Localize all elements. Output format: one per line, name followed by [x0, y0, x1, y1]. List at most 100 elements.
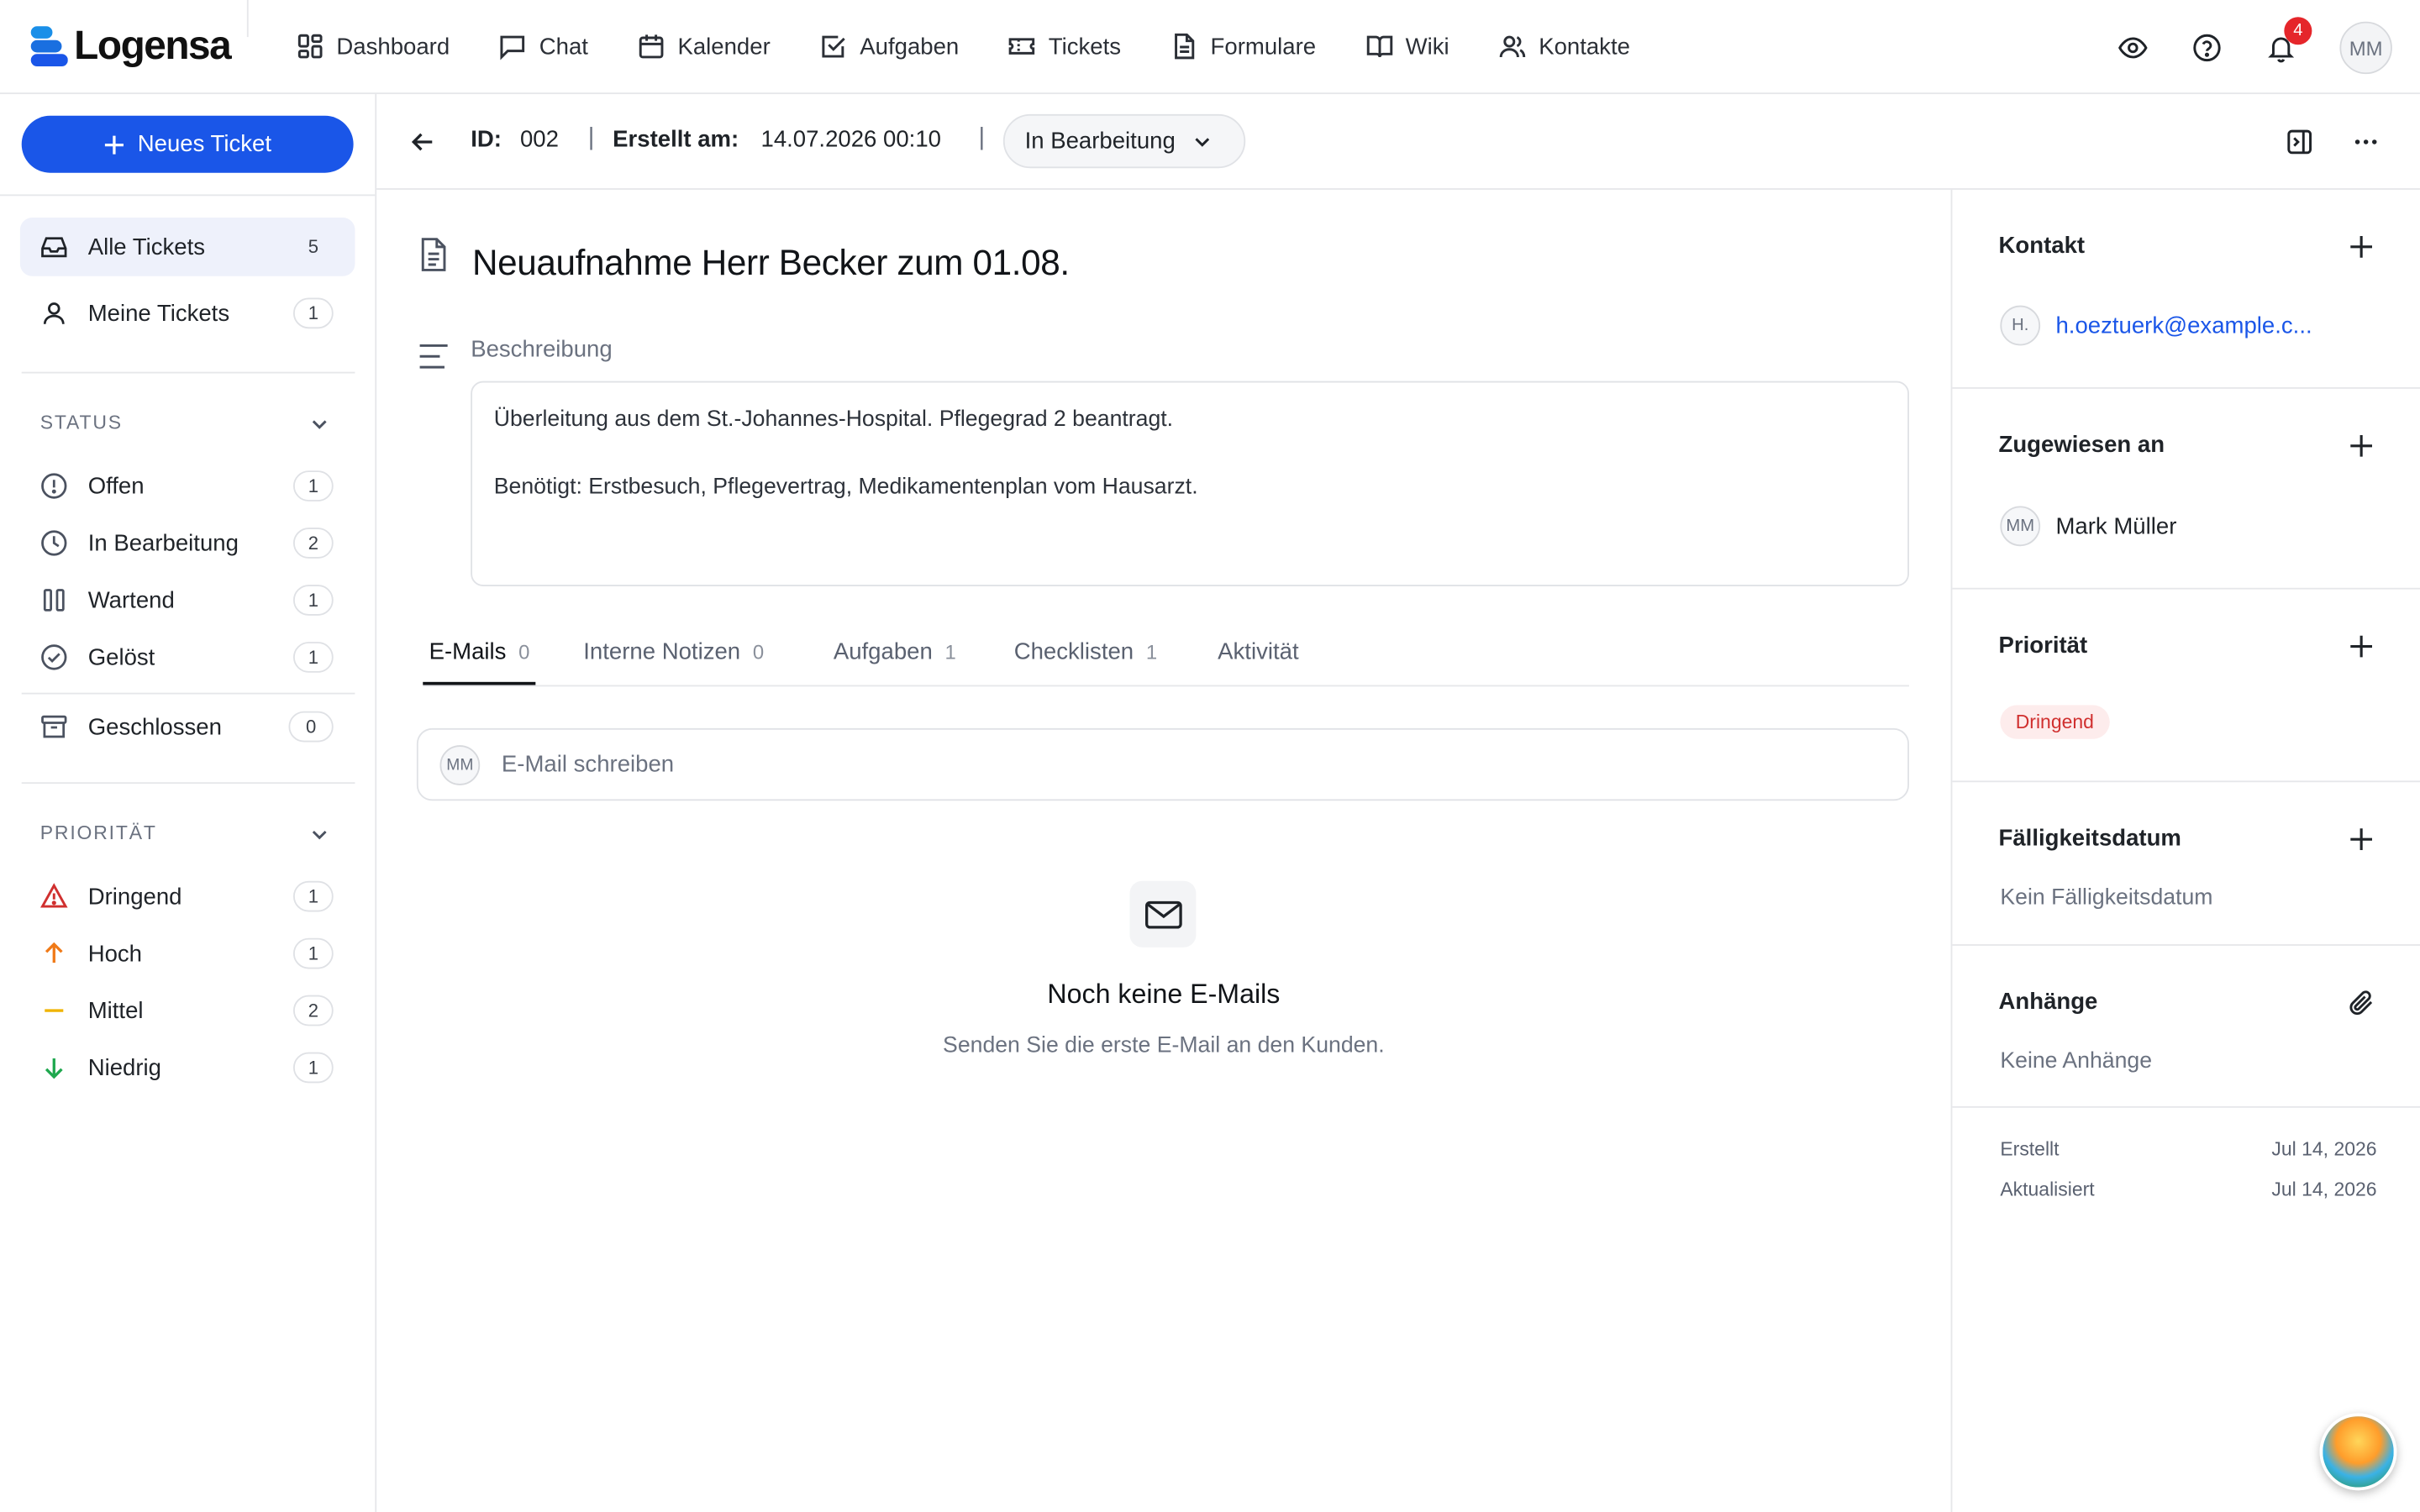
toggle-panel-icon[interactable] — [2284, 127, 2315, 158]
plus-icon[interactable] — [2348, 633, 2375, 660]
ticket-header: ID: 002 | Erstellt am: 14.07.2026 00:10 … — [376, 94, 2420, 190]
back-arrow-icon[interactable] — [408, 127, 439, 158]
alert-circle-icon — [40, 472, 68, 500]
tab-aktivitaet[interactable]: Aktivität — [1218, 638, 1298, 685]
count-badge: 1 — [292, 297, 334, 329]
eye-icon — [2118, 37, 2148, 59]
assistant-launcher-button[interactable] — [2319, 1413, 2397, 1491]
description-field[interactable]: Überleitung aus dem St.-Johannes-Hospita… — [471, 381, 1909, 586]
status-section-header: STATUS — [39, 412, 123, 434]
nav-item-kalender[interactable]: Kalender — [638, 28, 771, 65]
notification-badge: 4 — [2284, 17, 2312, 45]
tab-emails[interactable]: E-Mails 0 — [423, 638, 536, 685]
contact-section-title: Kontakt — [1998, 233, 2086, 260]
priority-badge[interactable]: Dringend — [2000, 705, 2110, 739]
contact-email-link[interactable]: h.oeztuerk@example.c... — [2055, 312, 2312, 339]
description-icon — [419, 344, 448, 369]
form-icon — [1175, 33, 1195, 60]
inbox-icon — [40, 233, 68, 260]
nav-label: Wiki — [1405, 33, 1449, 60]
nav-item-chat[interactable]: Chat — [499, 28, 588, 65]
more-options-icon[interactable] — [2350, 127, 2381, 158]
ticket-title[interactable]: Neuaufnahme Herr Becker zum 01.08. — [472, 242, 1070, 284]
meta-label: Aktualisiert — [2000, 1179, 2095, 1200]
nav-item-kontakte[interactable]: Kontakte — [1498, 28, 1630, 65]
sidebar-item-priority-dringend[interactable]: Dringend 1 — [20, 867, 355, 926]
app-root: Logensa Dashboard Chat Kalender Aufgaben — [0, 0, 2420, 1512]
sidebar-item-priority-mittel[interactable]: Mittel 2 — [20, 981, 355, 1040]
chevron-down-icon[interactable] — [308, 824, 330, 846]
user-avatar[interactable]: MM — [2339, 21, 2392, 75]
mail-icon — [1144, 900, 1181, 928]
tab-aufgaben[interactable]: Aufgaben 1 — [834, 638, 956, 685]
attachments-value: Keine Anhänge — [2000, 1048, 2153, 1074]
email-compose-field[interactable]: MM E-Mail schreiben — [416, 727, 1909, 801]
created-date: 14.07.2026 00:10 — [760, 126, 941, 153]
sidebar-item-status-geschlossen[interactable]: Geschlossen 0 — [20, 697, 355, 756]
empty-state-title: Noch keine E-Mails — [1047, 978, 1281, 1010]
task-icon — [822, 35, 845, 58]
sidebar-item-my-tickets[interactable]: Meine Tickets 1 — [20, 284, 355, 343]
nav-label: Kontakte — [1539, 33, 1630, 60]
ticket-icon — [1009, 38, 1035, 55]
sidebar-item-label: In Bearbeitung — [87, 529, 239, 557]
help-button[interactable] — [2191, 33, 2223, 64]
sidebar-item-status-offen[interactable]: Offen 1 — [20, 457, 355, 516]
nav-item-aufgaben[interactable]: Aufgaben — [820, 28, 959, 65]
count-badge: 1 — [292, 880, 334, 912]
top-right-actions: 4 MM — [2118, 17, 2392, 75]
tab-interne-notizen[interactable]: Interne Notizen 0 — [583, 638, 764, 685]
created-meta-row: Erstellt Jul 14, 2026 — [2000, 1138, 2376, 1160]
nav-label: Formulare — [1210, 33, 1317, 60]
nav-item-tickets[interactable]: Tickets — [1008, 28, 1121, 65]
nav-item-formulare[interactable]: Formulare — [1171, 28, 1316, 65]
sidebar-item-label: Meine Tickets — [87, 300, 230, 327]
tab-checklisten[interactable]: Checklisten 1 — [1014, 638, 1157, 685]
paperclip-icon[interactable] — [2348, 989, 2375, 1016]
document-icon — [421, 238, 446, 271]
empty-state-subtitle: Senden Sie die erste E-Mail an den Kunde… — [943, 1033, 1385, 1058]
warning-triangle-icon — [40, 883, 68, 911]
count-badge: 5 — [308, 236, 318, 258]
nav-label: Dashboard — [336, 33, 450, 60]
preview-button[interactable] — [2118, 33, 2149, 64]
chevron-down-icon[interactable] — [308, 413, 330, 435]
archive-icon — [40, 713, 68, 741]
sidebar-item-priority-niedrig[interactable]: Niedrig 1 — [20, 1038, 355, 1097]
count-badge: 0 — [288, 711, 334, 743]
notifications-button[interactable]: 4 — [2265, 17, 2312, 64]
tab-label: Interne Notizen — [583, 638, 741, 665]
sidebar-item-status-in-bearbeitung[interactable]: In Bearbeitung 2 — [20, 514, 355, 573]
contact-row[interactable]: H. h.oeztuerk@example.c... — [2000, 305, 2312, 346]
sidebar-item-label: Alle Tickets — [87, 234, 206, 260]
avatar: MM — [2000, 506, 2041, 547]
nav-item-wiki[interactable]: Wiki — [1365, 28, 1449, 65]
nav-item-dashboard[interactable]: Dashboard — [297, 28, 450, 65]
count-badge: 1 — [292, 642, 334, 673]
sidebar-divider — [21, 692, 355, 695]
sidebar-item-all-tickets[interactable]: Alle Tickets 5 — [19, 217, 355, 276]
id-label: ID: — [471, 126, 502, 153]
sidebar-item-label: Mittel — [87, 997, 144, 1024]
panel-divider — [1952, 1105, 2420, 1108]
sidebar-item-status-geloest[interactable]: Gelöst 1 — [20, 628, 355, 687]
status-dropdown[interactable]: In Bearbeitung — [1002, 113, 1246, 169]
check-circle-icon — [40, 643, 68, 671]
status-value: In Bearbeitung — [1024, 128, 1176, 155]
plus-icon[interactable] — [2348, 432, 2375, 459]
sidebar-divider — [21, 371, 355, 374]
app-logo[interactable]: Logensa — [28, 22, 232, 70]
tab-count: 0 — [518, 640, 530, 664]
sidebar-item-status-wartend[interactable]: Wartend 1 — [20, 571, 355, 630]
description-line: Überleitung aus dem St.-Johannes-Hospita… — [493, 407, 1174, 433]
assignee-row[interactable]: MM Mark Müller — [2000, 506, 2176, 547]
new-ticket-button[interactable]: Neues Ticket — [21, 115, 354, 173]
empty-state-icon-box — [1129, 880, 1197, 948]
plus-icon[interactable] — [2348, 826, 2375, 853]
assigned-section-title: Zugewiesen an — [1998, 432, 2165, 459]
ticket-details-panel: Kontakt H. h.oeztuerk@example.c... Zugew… — [1950, 189, 2420, 1512]
attachments-section-title: Anhänge — [1998, 989, 2098, 1016]
ticket-sidebar: Neues Ticket Alle Tickets 5 Meine Ticket… — [0, 94, 377, 1512]
plus-icon[interactable] — [2348, 233, 2375, 260]
sidebar-item-priority-hoch[interactable]: Hoch 1 — [20, 924, 355, 983]
